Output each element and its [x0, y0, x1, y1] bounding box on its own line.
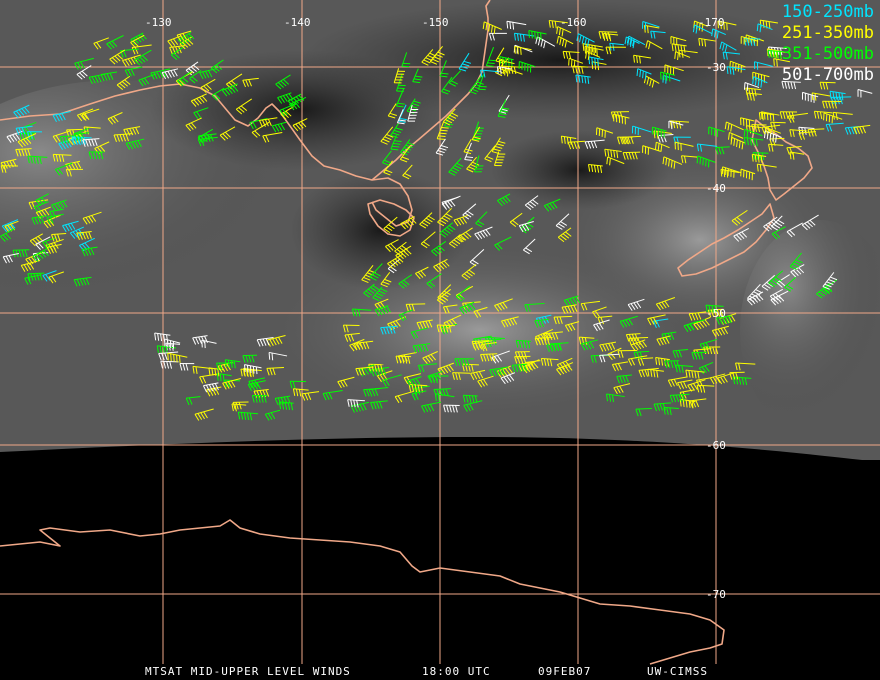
- lon-label-130: -130: [145, 16, 172, 29]
- lon-label-170: -170: [698, 16, 725, 29]
- lat-label-30: -30: [706, 61, 726, 74]
- lon-label-160: -160: [560, 16, 587, 29]
- lat-label-40: -40: [706, 182, 726, 195]
- footer-product: MTSAT MID-UPPER LEVEL WINDS: [145, 665, 351, 678]
- lon-label-140: -140: [284, 16, 311, 29]
- footer-caption: MTSAT MID-UPPER LEVEL WINDS 18:00 UTC 09…: [0, 664, 880, 680]
- footer-date: 09FEB07: [538, 665, 592, 678]
- lat-label-50: -50: [706, 307, 726, 320]
- legend-item-251-350: 251-350mb: [781, 23, 874, 43]
- pressure-level-legend: 150-250mb 251-350mb 351-500mb 501-700mb: [782, 2, 874, 86]
- lat-label-70: -70: [706, 588, 726, 601]
- footer-time: 18:00 UTC: [422, 665, 491, 678]
- footer-source: UW-CIMSS: [647, 665, 708, 678]
- lon-label-150: -150: [422, 16, 449, 29]
- legend-item-351-500: 351-500mb: [781, 44, 874, 64]
- legend-item-150-250: 150-250mb: [781, 2, 874, 22]
- lat-label-60: -60: [706, 439, 726, 452]
- satellite-wind-map: -130 -140 -150 -160 -170 -30 -40 -50 -60…: [0, 0, 880, 680]
- legend-item-501-700: 501-700mb: [781, 65, 874, 85]
